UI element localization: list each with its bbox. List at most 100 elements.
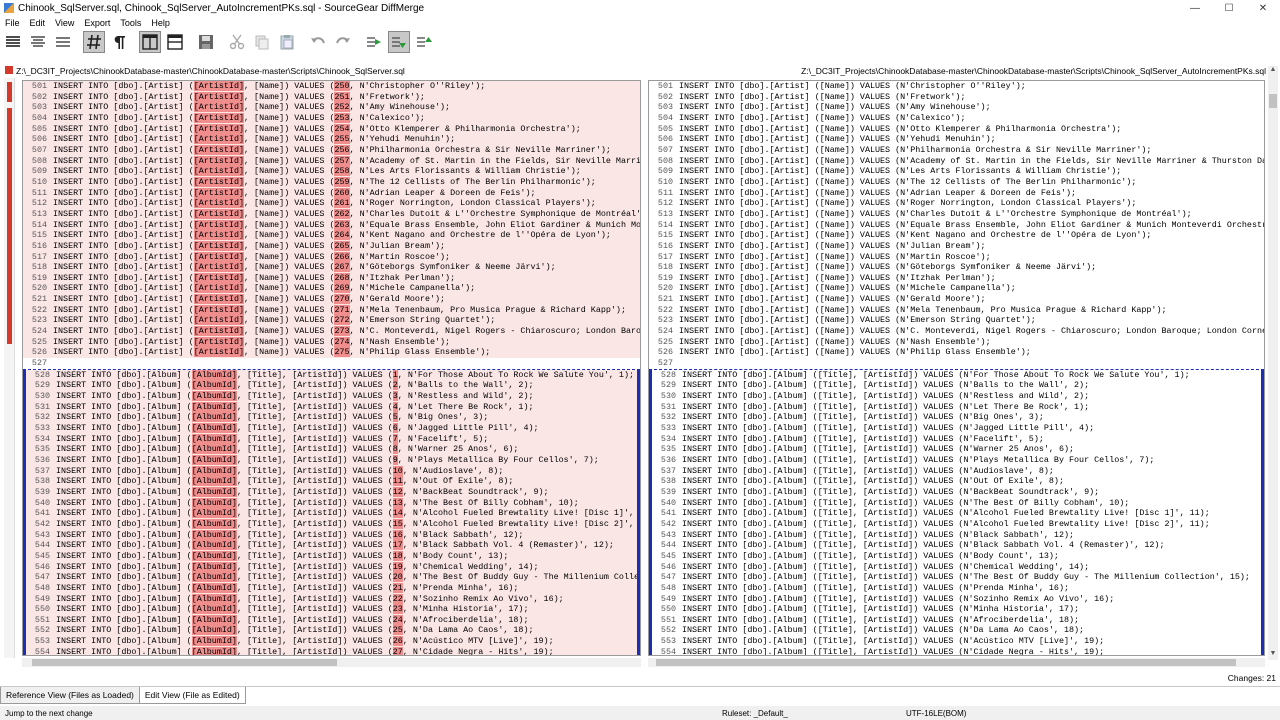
left-diff-pane[interactable]: 501 INSERT INTO [dbo].[Artist] ([ArtistId… — [22, 80, 641, 656]
left-horizontal-scroll-thumb[interactable] — [32, 659, 337, 666]
artist-name-value: N'Yehudi Menuhin'); — [900, 134, 996, 145]
artist-line-right: 517 INSERT INTO [dbo].[Artist] ([Name]) V… — [649, 252, 1264, 263]
line-number: 536 — [660, 454, 676, 465]
line-number: 553 — [660, 636, 676, 647]
removed-column: [AlbumId] — [191, 369, 237, 380]
sql-prefix: INSERT INTO [dbo].[Album] ( — [56, 476, 192, 487]
removed-id-value: 16 — [392, 529, 403, 540]
line-number: 542 — [34, 518, 50, 529]
next-change-button[interactable] — [388, 31, 410, 53]
sql-prefix: INSERT INTO [dbo].[Album] ( — [56, 454, 192, 465]
right-horizontal-scroll-thumb[interactable] — [656, 659, 1236, 666]
change-overview-gutter[interactable] — [4, 78, 15, 658]
sql-comma: , — [349, 208, 360, 219]
prev-change-icon — [367, 37, 381, 47]
artist-line-right: 524 INSERT INTO [dbo].[Artist] ([Name]) V… — [649, 326, 1264, 337]
line-number: 513 — [657, 208, 673, 219]
line-number: 517 — [657, 251, 673, 262]
artist-line-left: 509 INSERT INTO [dbo].[Artist] ([ArtistId… — [23, 166, 640, 177]
vertical-scrollbar[interactable]: ▲ ▼ — [1268, 66, 1278, 660]
right-diff-pane[interactable]: 501 INSERT INTO [dbo].[Artist] ([Name]) V… — [648, 80, 1265, 656]
line-numbers-toggle[interactable] — [83, 31, 105, 53]
sql-comma: , — [349, 102, 360, 113]
artist-line-right: 507 INSERT INTO [dbo].[Artist] ([Name]) V… — [649, 145, 1264, 156]
previous-change-button[interactable] — [363, 31, 385, 53]
undo-button[interactable] — [307, 31, 329, 53]
sql-comma: , — [349, 155, 360, 166]
menu-help[interactable]: Help — [146, 18, 175, 28]
artist-line-right: 501 INSERT INTO [dbo].[Artist] ([Name]) V… — [649, 81, 1264, 92]
artist-name-value: N'Adrian Leaper & Doreen de Feis'); — [900, 187, 1077, 198]
copy-icon — [255, 35, 269, 50]
show-all-lines-button[interactable] — [2, 31, 24, 53]
sql-columns: , [Title], [ArtistId]) VALUES ( — [236, 529, 393, 540]
sql-columns: , [Title], [ArtistId]) VALUES ( — [236, 412, 393, 423]
sql-comma: , — [397, 391, 408, 402]
sql-comma: , — [397, 380, 408, 391]
removed-id-value: 268 — [334, 272, 350, 283]
sql-columns: , [Name]) VALUES ( — [244, 155, 335, 166]
menu-view[interactable]: View — [50, 18, 79, 28]
menu-edit[interactable]: Edit — [25, 18, 51, 28]
artist-line-left: 505 INSERT INTO [dbo].[Artist] ([ArtistId… — [23, 123, 640, 135]
line-number: 530 — [660, 391, 676, 402]
show-diffs-only-button[interactable] — [27, 31, 49, 53]
menu-tools[interactable]: Tools — [115, 18, 146, 28]
line-number: 514 — [31, 219, 47, 230]
line-number: 510 — [657, 176, 673, 187]
sql-columns: , [Title], [ArtistId]) VALUES ( — [236, 476, 393, 487]
vertical-scroll-thumb[interactable] — [1269, 94, 1277, 108]
menu-file[interactable]: File — [0, 18, 25, 28]
minimize-button[interactable]: — — [1178, 0, 1212, 16]
paste-button[interactable] — [276, 31, 298, 53]
album-line-right: 531 INSERT INTO [dbo].[Album] ([Title], [… — [652, 402, 1261, 413]
album-line-left: 529 INSERT INTO [dbo].[Album] ([AlbumId],… — [26, 380, 637, 392]
show-context-button[interactable] — [52, 31, 74, 53]
sql-comma: , — [397, 433, 408, 444]
selected-change-block[interactable]: 528 INSERT INTO [dbo].[Album] ([AlbumId],… — [23, 369, 640, 655]
sql-prefix: INSERT INTO [dbo].[Album] ( — [56, 423, 192, 433]
selected-change-block[interactable]: 528 INSERT INTO [dbo].[Album] ([Title], [… — [649, 369, 1264, 655]
album-title-value: N'The Best Of Billy Cobham', 10); — [963, 497, 1130, 508]
right-horizontal-scrollbar[interactable] — [648, 658, 1265, 667]
sql-prefix: INSERT INTO [dbo].[Album] ([Title], [Art… — [682, 636, 964, 647]
line-number: 525 — [657, 336, 673, 347]
album-line-right: 554 INSERT INTO [dbo].[Album] ([Title], [… — [652, 647, 1261, 655]
removed-id-value: 266 — [334, 251, 350, 262]
tab-reference-view[interactable]: Reference View (Files as Loaded) — [0, 687, 140, 704]
sql-columns: , [Name]) VALUES ( — [244, 134, 335, 145]
line-number: 515 — [31, 230, 47, 241]
scroll-up-icon[interactable]: ▲ — [1268, 66, 1278, 76]
sql-columns: , [Title], [ArtistId]) VALUES ( — [236, 540, 393, 551]
removed-id-value: 17 — [392, 540, 403, 551]
cut-button[interactable] — [226, 31, 248, 53]
close-button[interactable]: ✕ — [1246, 0, 1280, 16]
maximize-button[interactable]: ☐ — [1212, 0, 1246, 16]
redo-button[interactable] — [332, 31, 354, 53]
last-change-button[interactable] — [413, 31, 435, 53]
sql-columns: , [Title], [ArtistId]) VALUES ( — [236, 497, 393, 508]
artist-line-right: 503 INSERT INTO [dbo].[Artist] ([Name]) V… — [649, 102, 1264, 113]
menu-export[interactable]: Export — [79, 18, 115, 28]
sql-prefix: INSERT INTO [dbo].[Artist] ([Name]) VALU… — [679, 144, 901, 155]
copy-button[interactable] — [251, 31, 273, 53]
stacked-layout-button[interactable] — [164, 31, 186, 53]
sql-comma: , — [349, 91, 360, 102]
show-whitespace-toggle[interactable] — [108, 31, 130, 53]
line-number: 501 — [31, 81, 47, 91]
left-horizontal-scrollbar[interactable] — [22, 658, 641, 667]
removed-column: [AlbumId] — [191, 380, 237, 391]
line-number: 508 — [657, 155, 673, 166]
line-number: 538 — [660, 476, 676, 487]
removed-column: [ArtistId] — [193, 230, 244, 241]
sql-columns: , [Name]) VALUES ( — [244, 166, 335, 177]
scroll-down-icon[interactable]: ▼ — [1268, 650, 1278, 660]
sql-comma: , — [349, 315, 360, 326]
artist-line-left: 516 INSERT INTO [dbo].[Artist] ([ArtistId… — [23, 240, 640, 252]
tab-edit-view[interactable]: Edit View (File as Edited) — [138, 687, 246, 704]
removed-id-value: 269 — [334, 283, 350, 294]
removed-id-value: 251 — [334, 91, 350, 102]
sql-comma: , — [402, 540, 413, 551]
side-by-side-layout-button[interactable] — [139, 31, 161, 53]
save-button[interactable] — [195, 31, 217, 53]
